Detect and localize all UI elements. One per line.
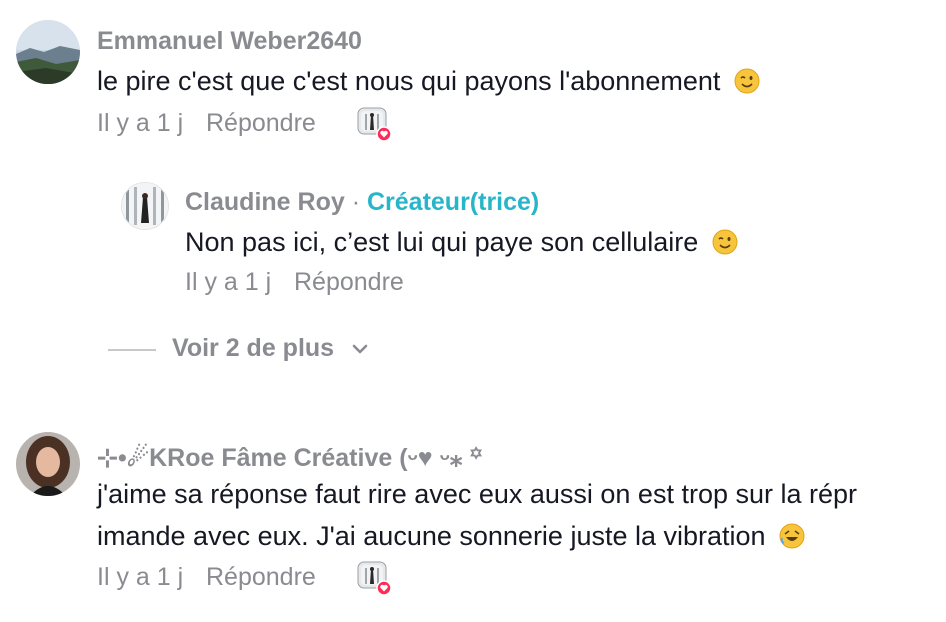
more-replies-divider: [108, 349, 156, 351]
comment-text: le pire c'est que c'est nous qui payons …: [97, 60, 760, 102]
creator-liked-badge: [356, 106, 392, 142]
reply-username-text[interactable]: Claudine Roy: [185, 188, 345, 216]
comment-text-content: le pire c'est que c'est nous qui payons …: [97, 66, 721, 96]
comment-text-line-content: imande avec eux. J'ai aucune sonnerie ju…: [97, 521, 766, 551]
reply-username[interactable]: Claudine Roy · Créateur(trice): [185, 188, 539, 217]
comment-text-line: j'aime sa réponse faut rire avec eux aus…: [97, 479, 858, 509]
comment-username[interactable]: Emmanuel Weber2640: [97, 27, 362, 56]
avatar[interactable]: [16, 20, 80, 84]
winking-face-icon: [712, 229, 738, 255]
separator-dot: ·: [351, 188, 361, 216]
view-more-replies-label[interactable]: Voir 2 de plus: [172, 334, 334, 362]
reply-timestamp: Il y a 1 j: [185, 268, 272, 296]
comment-text: j'aime sa réponse faut rire avec eux aus…: [97, 473, 857, 557]
reply-button[interactable]: Répondre: [206, 563, 316, 592]
comment-timestamp: Il y a 1 j: [97, 109, 184, 137]
creator-liked-badge: [356, 560, 392, 596]
reply-button[interactable]: Répondre: [294, 268, 404, 297]
rolling-on-floor-laughing-icon: [779, 523, 805, 549]
winking-face-icon: [734, 68, 760, 94]
reply-button[interactable]: Répondre: [206, 109, 316, 138]
comment-text-line-2: imande avec eux. J'ai aucune sonnerie ju…: [97, 515, 857, 557]
view-more-replies-button[interactable]: Voir 2 de plus: [172, 334, 369, 363]
comment-username[interactable]: ⊹•⁠☄KRoe Fâme Créative (ᵕ♥ ᵕ⁎ ꙳: [97, 440, 483, 474]
chevron-down-icon: [352, 345, 368, 354]
creator-badge: Créateur(trice): [366, 188, 540, 216]
reply-text: Non pas ici, c’est lui qui paye son cell…: [185, 221, 738, 263]
comment-timestamp: Il y a 1 j: [97, 563, 184, 591]
reply-text-content: Non pas ici, c’est lui qui paye son cell…: [185, 227, 699, 257]
avatar[interactable]: [16, 432, 80, 496]
avatar[interactable]: [121, 182, 169, 230]
